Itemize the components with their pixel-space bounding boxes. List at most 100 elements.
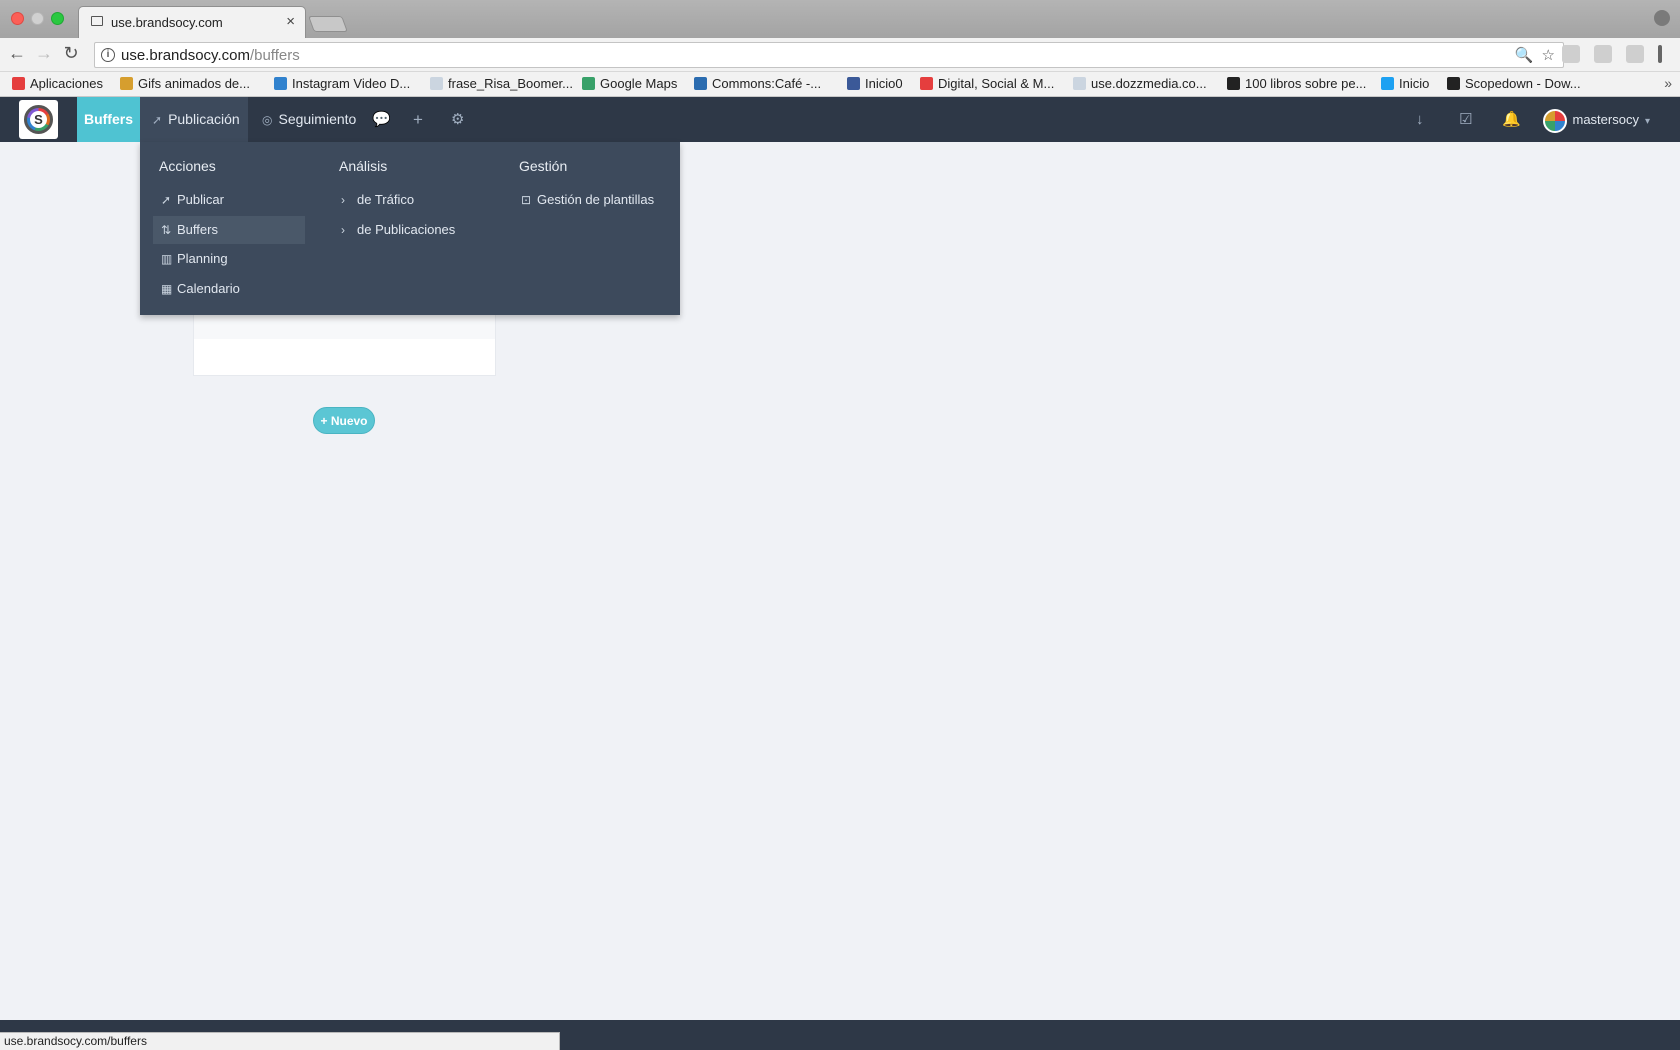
plus-icon[interactable]: + [413,97,423,142]
nav-buffers[interactable]: Buffers [77,97,140,142]
bell-icon[interactable]: 🔔 [1502,97,1521,142]
bookmark-favicon-icon [694,77,707,90]
profile-icon[interactable] [1654,10,1670,26]
bookmark-item[interactable]: Google Maps [582,76,677,91]
extension-icons [1562,45,1662,63]
new-tab-button[interactable] [308,16,348,32]
close-window-button[interactable] [11,12,24,25]
bookmark-item[interactable]: Instagram Video D... [274,76,410,91]
c-extension-icon[interactable] [1626,45,1644,63]
menu-item-plantillas[interactable]: ⊡ Gestión de plantillas [513,186,663,214]
rocket-icon: ➚ [152,113,163,127]
bookmark-item[interactable]: use.dozzmedia.co... [1073,76,1207,91]
bookmark-favicon-icon [582,77,595,90]
chevron-down-icon: ▾ [1644,116,1650,127]
menu-icon[interactable] [1658,45,1662,63]
bookmark-favicon-icon [274,77,287,90]
tab-title: use.brandsocy.com [111,15,223,30]
bookmark-item[interactable]: Inicio [1381,76,1429,91]
browser-titlebar: use.brandsocy.com × [0,0,1680,38]
nav-publicacion-label: Publicación [168,111,240,127]
info-icon[interactable]: i [101,48,115,62]
menu-item-label: Publicar [177,192,224,207]
back-icon[interactable]: ← [6,43,28,64]
dropdown-column-acciones: Acciones ➚ Publicar ⇅ Buffers ▥ Planning ▦ C… [153,158,305,296]
cloud-extension-icon[interactable] [1562,45,1580,63]
logo-icon: S [24,105,53,134]
menu-item-publicar[interactable]: ➚ Publicar [153,186,305,214]
more-bookmarks-icon[interactable]: » [1664,75,1672,91]
sort-icon: ⇅ [161,223,172,237]
comments-icon[interactable]: 💬 [372,97,391,142]
download-icon[interactable]: ↓ [1416,97,1424,142]
nav-seguimiento[interactable]: ◎ Seguimiento [250,97,368,142]
app-navbar: S Buffers ➚ Publicación ◎ Seguimiento 💬 + … [0,97,1680,142]
bookmark-favicon-icon [120,77,133,90]
bookmark-label: Inicio [1399,76,1430,91]
address-bar[interactable]: i use.brandsocy.com/buffers 🔍 ☆ [94,42,1564,68]
browser-tab-active[interactable]: use.brandsocy.com × [78,6,306,38]
nav-seguimiento-label: Seguimiento [278,111,357,127]
browser-status-url: use.brandsocy.com/buffers [0,1032,560,1050]
bookmark-label: Commons:Café -... [712,76,822,91]
menu-item-calendario[interactable]: ▦ Calendario [153,275,305,303]
menu-item-buffers[interactable]: ⇅ Buffers [153,216,305,244]
bookmark-label: Google Maps [600,76,678,91]
bookmark-favicon-icon [430,77,443,90]
nav-publicacion[interactable]: ➚ Publicación [140,97,248,142]
doc-extension-icon[interactable] [1594,45,1612,63]
menu-item-label: Buffers [177,222,218,237]
calendar-icon: ▦ [161,282,173,296]
close-tab-icon[interactable]: × [286,13,295,30]
bookmark-favicon-icon [847,77,860,90]
bookmark-favicon-icon [1227,77,1240,90]
bookmark-label: Digital, Social & M... [938,76,1055,91]
bookmark-label: Instagram Video D... [292,76,411,91]
forward-icon[interactable]: → [33,43,55,64]
bookmark-item[interactable]: Gifs animados de... [120,76,250,91]
menu-item-trafico[interactable]: › de Tráfico [333,186,503,214]
gear-icon[interactable]: ⚙ [451,97,464,142]
column-title: Análisis [339,158,388,174]
rocket-icon: ➚ [161,193,172,207]
page-icon [91,16,103,26]
zoom-icon[interactable]: 🔍 ☆ [1515,46,1555,64]
dropdown-column-gestion: Gestión ⊡ Gestión de plantillas [519,158,654,207]
brand-logo[interactable]: S [19,100,58,139]
bookmark-label: Inicio0 [865,76,903,91]
bookmark-item[interactable]: 100 libros sobre pe... [1227,76,1366,91]
bookmark-item[interactable]: Digital, Social & M... [920,76,1054,91]
dropdown-column-analisis: Análisis › de Tráfico › de Publicaciones [339,158,455,237]
bookmark-favicon-icon [12,77,25,90]
url-path: /buffers [249,47,300,64]
menu-item-publicaciones[interactable]: › de Publicaciones [333,216,503,244]
minimize-window-button[interactable] [31,12,44,25]
url-host: use.brandsocy.com [121,47,250,64]
column-title: Acciones [159,158,216,174]
menu-item-label: Calendario [177,281,240,296]
buffer-card [193,315,496,376]
bookmark-label: 100 libros sobre pe... [1245,76,1367,91]
bookmark-item[interactable]: Aplicaciones [12,76,103,91]
target-icon: ◎ [262,113,273,127]
bookmark-item[interactable]: Scopedown - Dow... [1447,76,1581,91]
bookmark-item[interactable]: Inicio0 [847,76,903,91]
menu-item-label: de Publicaciones [357,222,456,237]
menu-item-label: Planning [177,251,228,266]
user-menu[interactable]: mastersocy ▾ [1542,106,1650,134]
bookmark-label: use.dozzmedia.co... [1091,76,1207,91]
bookmark-item[interactable]: Commons:Café -... [694,76,821,91]
chevron-right-icon: › [341,193,345,207]
bookmark-item[interactable]: frase_Risa_Boomer... [430,76,573,91]
reload-icon[interactable]: ↻ [60,43,82,64]
check-square-icon[interactable]: ☑ [1459,97,1472,142]
menu-item-label: Gestión de plantillas [537,192,655,207]
menu-item-label: de Tráfico [357,192,415,207]
bookmark-label: frase_Risa_Boomer... [448,76,574,91]
menu-item-planning[interactable]: ▥ Planning [153,245,305,273]
bookmark-favicon-icon [1381,77,1394,90]
url-text: use.brandsocy.com/buffers [121,47,300,64]
maximize-window-button[interactable] [51,12,64,25]
publicacion-dropdown: Acciones ➚ Publicar ⇅ Buffers ▥ Planning ▦ C… [140,142,680,315]
new-button[interactable]: + Nuevo [313,407,375,434]
